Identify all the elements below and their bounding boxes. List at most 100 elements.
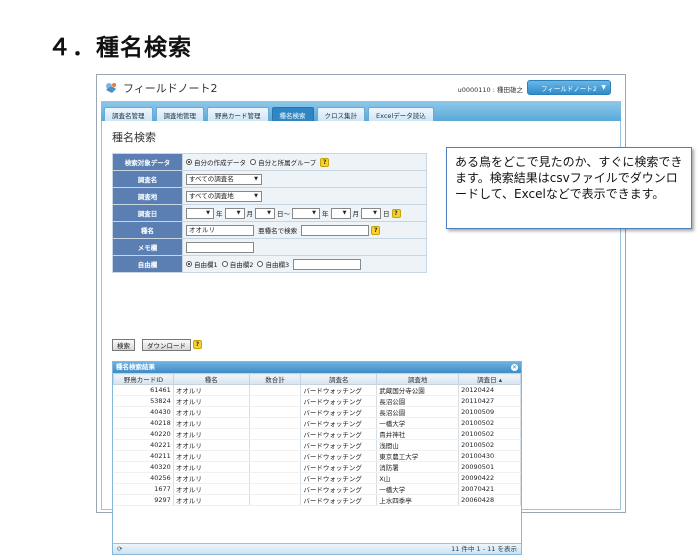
survey-select[interactable]: すべての調査名 ▼ xyxy=(186,173,262,185)
site-select[interactable]: すべての調査地 ▼ xyxy=(186,190,262,202)
site-select-value: すべての調査地 xyxy=(189,191,234,200)
col-site[interactable]: 調査地 xyxy=(376,373,460,385)
table-cell xyxy=(249,483,302,495)
from-year-select[interactable]: ▼ xyxy=(186,207,214,219)
table-cell xyxy=(249,472,302,484)
table-cell xyxy=(249,461,302,473)
table-cell xyxy=(249,417,302,429)
free3-radio[interactable] xyxy=(257,261,264,267)
table-row[interactable]: 40221 オオルリ バードウォッチング 浅間山 20100502 xyxy=(113,439,521,451)
free3-label: 自由欄3 xyxy=(265,261,290,269)
refresh-icon[interactable]: ⟳ xyxy=(117,544,122,555)
table-cell: バードウォッチング xyxy=(300,483,378,495)
help-icon[interactable]: ? xyxy=(193,340,202,349)
table-cell: オオルリ xyxy=(173,461,250,473)
species-input[interactable]: オオルリ xyxy=(186,224,254,236)
search-button[interactable]: 検索 xyxy=(112,339,135,351)
table-cell: オオルリ xyxy=(173,450,250,462)
chevron-down-icon: ▼ xyxy=(373,209,377,216)
table-cell: 20100502 xyxy=(458,417,521,429)
table-cell: オオルリ xyxy=(173,417,250,429)
table-row[interactable]: 40211 オオルリ バードウォッチング 東京農工大学 20100430 xyxy=(113,450,521,462)
table-cell: 40221 xyxy=(113,439,174,451)
free2-radio[interactable] xyxy=(221,261,228,267)
to-month-select[interactable]: ▼ xyxy=(330,207,351,219)
table-cell: オオルリ xyxy=(173,483,250,495)
collapse-icon[interactable]: ✕ xyxy=(511,364,518,371)
table-cell: 浅間山 xyxy=(376,439,460,451)
table-row[interactable]: 40220 オオルリ バードウォッチング 貴井神社 20100502 xyxy=(113,428,521,440)
slide-title: ４．種名検索 xyxy=(48,35,192,61)
download-button[interactable]: ダウンロード xyxy=(142,339,191,351)
tab-survey-names[interactable]: 調査名管理 xyxy=(104,107,153,121)
free2-label: 自由欄2 xyxy=(229,261,254,269)
table-cell: 40256 xyxy=(113,472,174,484)
table-cell xyxy=(249,384,302,396)
to-year-select[interactable]: ▼ xyxy=(292,207,320,219)
table-cell xyxy=(249,395,302,407)
free-input[interactable] xyxy=(293,258,362,270)
table-row[interactable]: 40430 オオルリ バードウォッチング 長沼公園 20100509 xyxy=(113,406,521,418)
table-row[interactable]: 40256 オオルリ バードウォッチング X山 20090422 xyxy=(113,472,521,484)
chevron-down-icon: ▼ xyxy=(312,209,316,216)
tab-survey-sites[interactable]: 調査地管理 xyxy=(155,107,204,121)
chevron-down-icon: ▼ xyxy=(236,209,241,216)
table-row[interactable]: 61461 オオルリ バードウォッチング 武蔵国分寺公園 20120424 xyxy=(113,384,521,396)
table-cell: オオルリ xyxy=(173,494,250,506)
free1-label: 自由欄1 xyxy=(194,261,218,269)
table-row[interactable]: 1677 オオルリ バードウォッチング 一橋大学 20070421 xyxy=(113,483,521,495)
table-cell: 20100509 xyxy=(458,406,521,418)
target-own-radio[interactable] xyxy=(186,159,192,165)
app-title: フィールドノート2 xyxy=(123,82,218,95)
date-label: 調査日 xyxy=(112,204,183,222)
tab-cross-tab[interactable]: クロス集計 xyxy=(316,107,365,121)
from-day-select[interactable]: ▼ xyxy=(255,207,275,219)
col-species[interactable]: 種名 xyxy=(172,373,250,385)
from-month-select[interactable]: ▼ xyxy=(224,207,245,219)
help-icon[interactable]: ? xyxy=(371,225,381,235)
table-cell: 20060428 xyxy=(458,494,521,506)
from-month-unit: 月 xyxy=(246,210,254,218)
col-count[interactable]: 数合計 xyxy=(248,373,302,385)
chevron-down-icon: ▼ xyxy=(342,209,347,216)
page-heading: 種名検索 xyxy=(112,131,156,144)
table-cell: バードウォッチング xyxy=(300,494,378,506)
col-date[interactable]: 調査日 ▴ xyxy=(458,373,521,385)
table-cell: バードウォッチング xyxy=(300,472,378,484)
table-row[interactable]: 40218 オオルリ バードウォッチング 一橋大学 20100502 xyxy=(113,417,521,429)
memo-input[interactable] xyxy=(186,241,254,253)
user-info: u0000110 : 種田雄之 xyxy=(457,86,523,94)
table-cell: 長沼公園 xyxy=(376,395,460,407)
table-cell: 一橋大学 xyxy=(376,483,460,495)
target-group-radio[interactable] xyxy=(250,159,257,165)
table-cell: バードウォッチング xyxy=(300,428,378,440)
to-day-unit: 日 xyxy=(383,210,390,218)
table-cell: オオルリ xyxy=(173,439,250,451)
table-cell xyxy=(249,406,302,418)
from-day-unit: 日～ xyxy=(277,210,290,218)
help-icon[interactable]: ? xyxy=(391,208,401,218)
tab-excel-import[interactable]: Excelデータ読込 xyxy=(368,107,434,121)
table-cell: オオルリ xyxy=(173,428,250,440)
table-cell: 40220 xyxy=(113,428,174,440)
help-icon[interactable]: ? xyxy=(320,157,330,167)
col-survey[interactable]: 調査名 xyxy=(300,373,378,385)
col-card-id[interactable]: 野鳥カードID xyxy=(113,373,174,385)
to-day-select[interactable]: ▼ xyxy=(361,207,381,219)
tab-bird-cards[interactable]: 野鳥カード管理 xyxy=(207,107,269,121)
table-row[interactable]: 53824 オオルリ バードウォッチング 長沼公園 20110427 xyxy=(113,395,521,407)
app-window: フィールドノート2 u0000110 : 種田雄之 フィールドノート2 ▼ 調査… xyxy=(96,74,626,555)
tab-species-search[interactable]: 種名検索 xyxy=(271,107,314,121)
memo-label: メモ欄 xyxy=(112,238,183,256)
subspecies-input[interactable] xyxy=(301,224,370,236)
table-row[interactable]: 40320 オオルリ バードウォッチング 消防署 20090501 xyxy=(113,461,521,473)
table-row[interactable]: 9297 オオルリ バードウォッチング 上水四季亭 20060428 xyxy=(113,494,521,506)
table-cell: 20100430 xyxy=(458,450,521,462)
table-cell: オオルリ xyxy=(173,395,250,407)
to-year-unit: 年 xyxy=(322,210,329,218)
results-title: 種名検索結果 ✕ xyxy=(113,362,521,373)
chevron-down-icon: ▼ xyxy=(267,209,271,216)
free1-radio[interactable] xyxy=(186,261,192,267)
app-selector[interactable]: フィールドノート2 ▼ xyxy=(527,80,611,95)
species-label: 種名 xyxy=(112,221,183,239)
